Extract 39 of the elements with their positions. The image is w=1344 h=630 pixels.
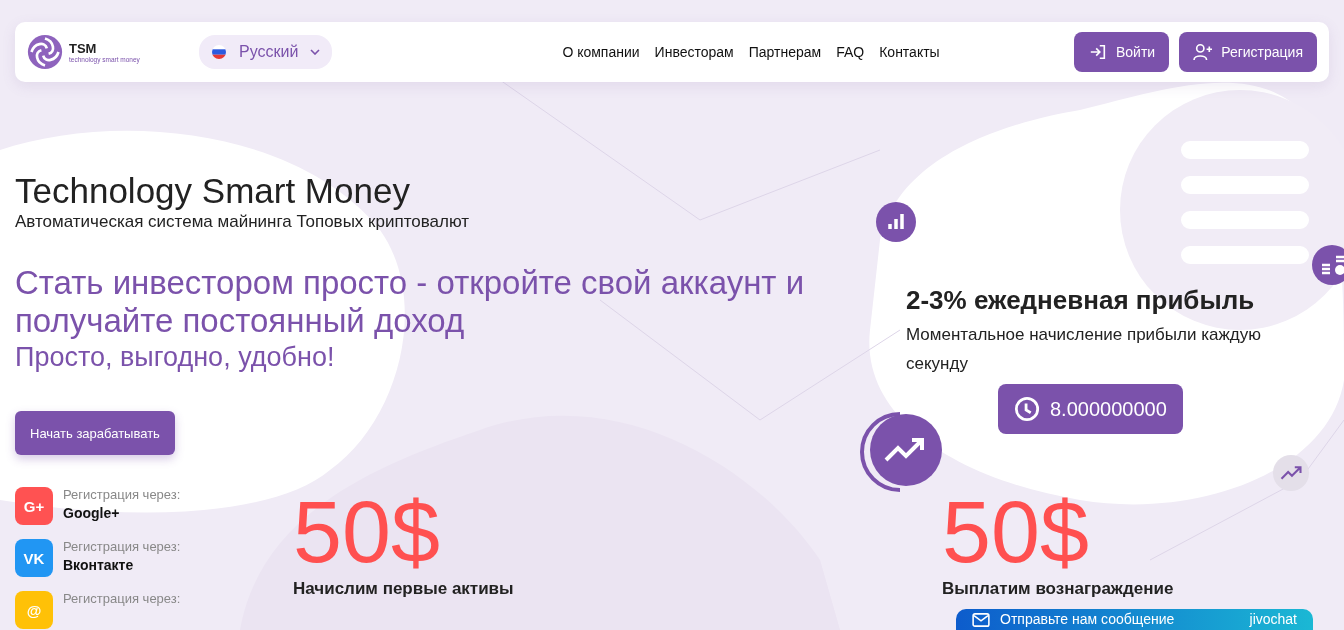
nav-link[interactable]: Инвесторам	[654, 44, 734, 60]
caret-icon	[310, 49, 321, 55]
chat-brand: jivochat	[1249, 611, 1297, 627]
hero-subtitle: Автоматическая система майнинга Топовых криптовалют	[15, 212, 471, 232]
nav-link[interactable]: FAQ	[836, 44, 865, 60]
social-name-link[interactable]: Вконтакте	[63, 557, 181, 573]
social-name-link[interactable]: Google+	[63, 505, 181, 521]
nav-link[interactable]: Контакты	[879, 44, 940, 60]
chat-widget[interactable]: Отправьте нам сообщение jivochat	[956, 609, 1313, 630]
social-login-icon[interactable]: G+	[15, 487, 53, 525]
bonus-text: Выплатим вознаграждение	[942, 579, 1175, 599]
register-button[interactable]: Регистрация	[1179, 32, 1317, 72]
nav-link[interactable]: Партнерам	[748, 44, 822, 60]
profit-description: Моментальное начисление прибыли каждую секунду	[906, 324, 1262, 375]
spiral-logo-icon	[27, 34, 63, 70]
bonus-text: Начислим первые активы	[293, 579, 515, 599]
nav-link[interactable]: О компании	[562, 44, 640, 60]
add-user-icon	[1193, 43, 1214, 61]
social-login-icon[interactable]: VK	[15, 539, 53, 577]
social-caption: Регистрация через:	[63, 591, 181, 606]
chat-label: Отправьте нам сообщение	[1000, 611, 1175, 627]
social-caption: Регистрация через:	[63, 487, 181, 502]
language-selector[interactable]: Русский	[199, 35, 333, 69]
login-button[interactable]: Войти	[1073, 32, 1170, 72]
start-earning-button[interactable]: Начать зарабатывать	[15, 411, 175, 455]
profit-title: 2-3% ежедневная прибыль	[906, 285, 1256, 316]
clock-icon	[1014, 396, 1040, 422]
bonus-amount: 50$	[293, 487, 441, 577]
social-caption: Регистрация через:	[63, 539, 181, 554]
logo-name: TSM	[69, 41, 98, 56]
hero-tagline: Просто, выгодно, удобно!	[15, 342, 336, 373]
flag-icon	[211, 44, 227, 60]
envelope-icon	[972, 613, 990, 627]
counter-value: 8.000000000	[1050, 397, 1167, 421]
bar-chart-icon	[876, 202, 916, 242]
hero-title: Technology Smart Money	[15, 172, 411, 210]
trend-up-icon	[1272, 454, 1310, 492]
hero-headline: Стать инвестором просто - откройте свой аккаунт и получайте постоянный доход	[15, 264, 806, 340]
bonus-amount: 50$	[942, 487, 1090, 577]
